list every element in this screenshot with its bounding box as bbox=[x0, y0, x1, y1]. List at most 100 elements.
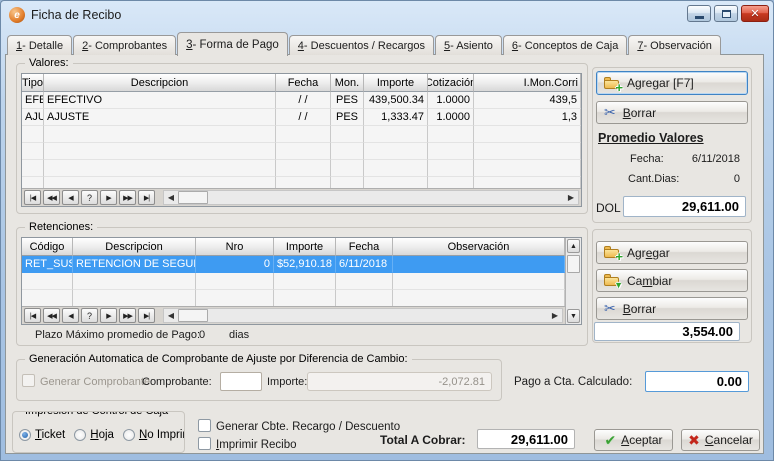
horizontal-scrollbar[interactable]: ◀▶ bbox=[163, 308, 563, 323]
valores-borrar-button[interactable]: ✂ Borrar bbox=[596, 101, 748, 124]
nav-first-button[interactable]: |◀ bbox=[24, 308, 41, 323]
retenciones-agregar-button[interactable]: + Agregar bbox=[596, 241, 748, 264]
nav-fast-rewind-button[interactable]: ◀◀ bbox=[43, 190, 60, 205]
cell bbox=[276, 177, 331, 188]
column-header[interactable]: I.Mon.Corri bbox=[474, 74, 581, 92]
imprimir-recibo-checkbox[interactable] bbox=[198, 437, 211, 450]
column-header[interactable]: Código bbox=[22, 238, 73, 256]
column-header[interactable]: Nro bbox=[196, 238, 274, 256]
cell bbox=[44, 126, 276, 143]
table-row[interactable]: EFEEFECTIVO/ /PES439,500.341.0000439,5 bbox=[22, 92, 581, 109]
cell: / / bbox=[276, 109, 331, 126]
nav-fast-forward-button[interactable]: ▶▶ bbox=[119, 190, 136, 205]
nav-next-button[interactable]: ▶ bbox=[100, 308, 117, 323]
retenciones-grid[interactable]: CódigoDescripcionNroImporteFechaObservac… bbox=[21, 237, 582, 325]
nav-first-button[interactable]: |◀ bbox=[24, 190, 41, 205]
column-header[interactable]: Fecha bbox=[276, 74, 331, 92]
column-header[interactable]: Cotización bbox=[428, 74, 474, 92]
cell: 6/11/2018 bbox=[336, 256, 393, 273]
nav-previous-button[interactable]: ◀ bbox=[62, 190, 79, 205]
column-header[interactable]: Observación bbox=[393, 238, 565, 256]
generar-cbte-checkbox[interactable] bbox=[198, 419, 211, 432]
cell bbox=[276, 143, 331, 160]
titlebar[interactable]: e Ficha de Recibo ✕ bbox=[1, 1, 773, 29]
valores-agregar-button[interactable]: + Agregar [F7] bbox=[596, 71, 748, 95]
pago-cta-field[interactable]: 0.00 bbox=[645, 371, 749, 392]
total-a-cobrar-field[interactable]: 29,611.00 bbox=[477, 429, 575, 449]
column-header[interactable]: Descripcion bbox=[73, 238, 196, 256]
column-header[interactable]: Tipo bbox=[22, 74, 44, 92]
vertical-scroll-thumb[interactable] bbox=[567, 255, 580, 273]
scroll-down-icon[interactable]: ▼ bbox=[567, 309, 580, 323]
cell bbox=[474, 126, 581, 143]
nav-last-button[interactable]: ▶| bbox=[138, 190, 155, 205]
horizontal-scroll-thumb[interactable] bbox=[178, 191, 208, 204]
radio-option-ticket[interactable]: Ticket bbox=[19, 429, 65, 441]
scissors-icon: ✂ bbox=[604, 302, 616, 315]
scroll-left-icon[interactable]: ◀ bbox=[164, 311, 178, 320]
nav-search-button[interactable]: ? bbox=[81, 308, 98, 323]
cell bbox=[393, 273, 565, 290]
cell: EFE bbox=[22, 92, 44, 109]
minimize-button[interactable] bbox=[687, 5, 711, 22]
tab-1[interactable]: 1 - Detalle bbox=[7, 35, 72, 55]
table-row[interactable]: RET_SUSSRETENCION DE SEGURID0$52,910.186… bbox=[22, 256, 565, 273]
horizontal-scrollbar[interactable]: ◀▶ bbox=[163, 190, 579, 205]
cell: PES bbox=[331, 92, 364, 109]
column-header[interactable]: Importe bbox=[274, 238, 336, 256]
column-header[interactable]: Fecha bbox=[336, 238, 393, 256]
cell bbox=[274, 273, 336, 290]
column-header[interactable]: Descripcion bbox=[44, 74, 276, 92]
retenciones-total-field[interactable]: 3,554.00 bbox=[594, 322, 740, 341]
radio-icon[interactable] bbox=[19, 429, 31, 441]
scroll-right-icon[interactable]: ▶ bbox=[548, 311, 562, 320]
nav-previous-button[interactable]: ◀ bbox=[62, 308, 79, 323]
importe-label: Importe: bbox=[267, 376, 307, 388]
column-header[interactable]: Importe bbox=[364, 74, 428, 92]
nav-search-button[interactable]: ? bbox=[81, 190, 98, 205]
radio-icon[interactable] bbox=[74, 429, 86, 441]
nav-fast-rewind-button[interactable]: ◀◀ bbox=[43, 308, 60, 323]
nav-fast-forward-button[interactable]: ▶▶ bbox=[119, 308, 136, 323]
column-header[interactable]: Mon. bbox=[331, 74, 364, 92]
retenciones-cambiar-button[interactable]: ▼ Cambiar bbox=[596, 269, 748, 292]
nav-next-button[interactable]: ▶ bbox=[100, 190, 117, 205]
cancelar-button[interactable]: ✖ Cancelar bbox=[681, 429, 760, 451]
retenciones-borrar-button[interactable]: ✂ Borrar bbox=[596, 297, 748, 320]
radio-option-no-imprimir[interactable]: No Imprimir bbox=[123, 429, 185, 441]
close-button[interactable]: ✕ bbox=[741, 5, 769, 22]
cell bbox=[44, 143, 276, 160]
cell bbox=[274, 290, 336, 306]
maximize-button[interactable] bbox=[714, 5, 738, 22]
nav-last-button[interactable]: ▶| bbox=[138, 308, 155, 323]
tab-2[interactable]: 2 - Comprobantes bbox=[73, 35, 176, 55]
radio-option-hoja[interactable]: Hoja bbox=[74, 429, 114, 441]
tab-6[interactable]: 6 - Conceptos de Caja bbox=[503, 35, 627, 55]
cell bbox=[364, 160, 428, 177]
scroll-left-icon[interactable]: ◀ bbox=[164, 193, 178, 202]
valores-grid[interactable]: TipoDescripcionFechaMon.ImporteCotizació… bbox=[21, 73, 582, 207]
cell: 439,500.34 bbox=[364, 92, 428, 109]
tab-3[interactable]: 3 - Forma de Pago bbox=[177, 32, 288, 56]
retenciones-group-label: Retenciones: bbox=[25, 220, 97, 235]
tab-4[interactable]: 4 - Descuentos / Recargos bbox=[289, 35, 434, 55]
table-row[interactable]: AJUAJUSTE/ /PES1,333.471.00001,3 bbox=[22, 109, 581, 126]
dol-amount-field[interactable]: 29,611.00 bbox=[623, 196, 746, 217]
comprobante-input[interactable] bbox=[220, 372, 262, 391]
tab-7[interactable]: 7 - Observación bbox=[628, 35, 721, 55]
scroll-up-icon[interactable]: ▲ bbox=[567, 239, 580, 253]
cell bbox=[331, 177, 364, 188]
tab-page-forma-de-pago: Valores: TipoDescripcionFechaMon.Importe… bbox=[5, 54, 764, 454]
aceptar-button[interactable]: ✔ Aceptar bbox=[594, 429, 673, 451]
retenciones-vertical-scrollbar[interactable]: ▲ ▼ bbox=[565, 238, 581, 324]
horizontal-scroll-thumb[interactable] bbox=[178, 309, 208, 322]
scroll-right-icon[interactable]: ▶ bbox=[564, 193, 578, 202]
cell bbox=[44, 177, 276, 188]
cell: EFECTIVO bbox=[44, 92, 276, 109]
generar-comprobante-checkbox[interactable] bbox=[22, 374, 35, 387]
cell bbox=[276, 160, 331, 177]
impresion-radio-group: Ticket Hoja No Imprimir bbox=[19, 429, 185, 441]
radio-icon[interactable] bbox=[123, 429, 135, 441]
cell bbox=[196, 273, 274, 290]
tab-5[interactable]: 5 - Asiento bbox=[435, 35, 502, 55]
